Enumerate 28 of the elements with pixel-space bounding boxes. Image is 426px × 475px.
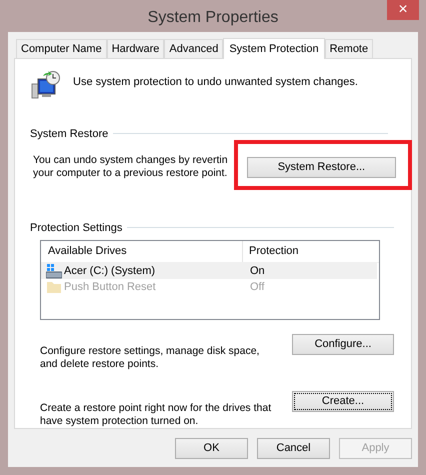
drive-icon (46, 263, 62, 280)
dialog-button[interactable]: Cancel (257, 438, 330, 459)
tab[interactable]: Computer Name (16, 39, 107, 58)
folder-icon (46, 279, 62, 296)
window-title: System Properties (148, 8, 278, 28)
tab[interactable]: Remote (324, 39, 374, 58)
computer-restore-icon (31, 70, 61, 100)
protection-status: Off (249, 280, 264, 295)
drive-name: Acer (C:) (System) (64, 264, 156, 279)
dialog-button[interactable]: OK (175, 438, 248, 459)
section-heading: Protection Settings (30, 220, 122, 236)
column-header[interactable]: Available Drives (41, 241, 243, 262)
intro-text: Use system protection to undo unwanted system changes. (73, 75, 358, 90)
tab[interactable]: Hardware (106, 39, 164, 58)
protection-status: On (249, 264, 265, 279)
system-restore-button[interactable]: System Restore... (246, 156, 396, 178)
action-description: Configure restore settings, manage disk space, and delete restore points. (40, 345, 260, 371)
section-heading: System Restore (30, 126, 108, 142)
action-button[interactable]: Configure... (292, 334, 394, 355)
tab[interactable]: System Protection (223, 38, 325, 59)
restore-description: You can undo system changes by revertin your computer to a previous restore point. (33, 154, 229, 180)
close-button[interactable]: × (387, 0, 419, 20)
drive-row[interactable]: Acer (C:) (System) On (41, 263, 377, 280)
action-button[interactable]: Create... (292, 391, 394, 412)
column-header[interactable]: Protection (243, 243, 299, 260)
drive-name: Push Button Reset (64, 280, 156, 295)
tab[interactable]: Advanced (164, 39, 224, 58)
action-description: Create a restore point right now for the drives that have system protection turned on. (40, 402, 272, 428)
